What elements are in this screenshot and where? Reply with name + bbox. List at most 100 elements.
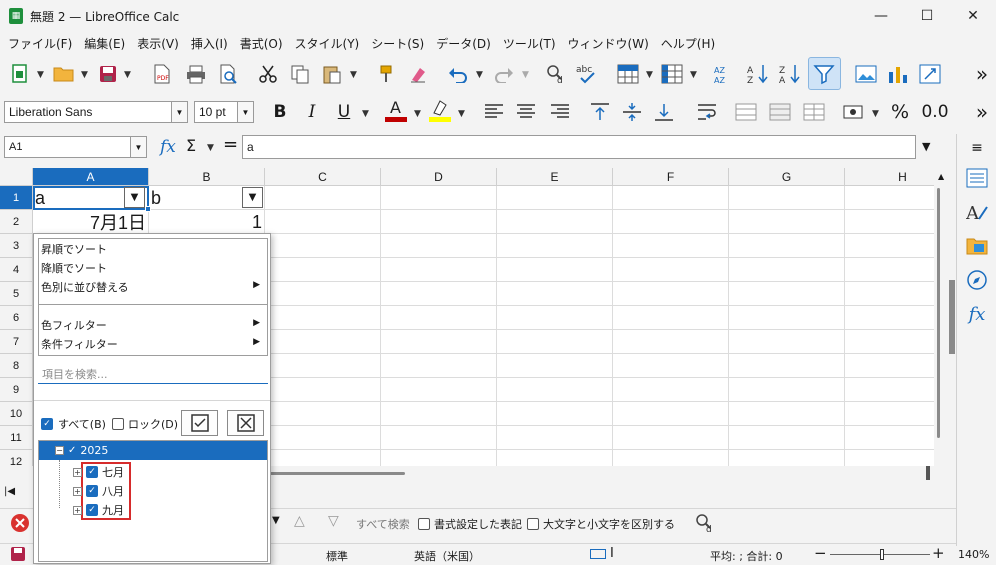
vertical-scrollbar[interactable]: ▲ (934, 168, 950, 466)
column-header-d[interactable]: D (381, 168, 497, 186)
new-spreadsheet-icon[interactable] (8, 62, 32, 86)
find-replace-dialog-icon[interactable]: d (694, 512, 716, 537)
column-header-b[interactable]: B (149, 168, 265, 186)
align-right-icon[interactable] (548, 100, 572, 124)
row-header-6[interactable]: 6 (0, 306, 33, 330)
formula-expand-icon[interactable]: ▼ (922, 140, 930, 153)
pivot-table-icon[interactable] (918, 62, 942, 86)
properties-icon[interactable] (965, 166, 989, 190)
highlight-color-icon[interactable] (428, 98, 452, 122)
collapse-icon[interactable]: − (55, 446, 64, 455)
close-find-icon[interactable] (10, 513, 30, 536)
clear-formatting-icon[interactable] (406, 62, 430, 86)
column-header-f[interactable]: F (613, 168, 729, 186)
row-header-2[interactable]: 2 (0, 210, 33, 234)
undo-icon[interactable] (446, 62, 470, 86)
print-icon[interactable] (184, 62, 208, 86)
clone-formatting-icon[interactable] (374, 62, 398, 86)
page-style-label[interactable]: 標準 (326, 548, 348, 564)
tree-item-2025[interactable]: − ✓ 2025 (55, 444, 108, 457)
undo-dropdown-icon[interactable]: ▼ (476, 70, 483, 80)
tree-checkbox-august[interactable]: ✓ (86, 485, 98, 497)
zoom-slider-thumb[interactable] (880, 549, 884, 560)
redo-icon[interactable] (492, 62, 516, 86)
font-color-icon[interactable]: A (384, 98, 408, 122)
row-header-10[interactable]: 10 (0, 402, 33, 426)
align-bottom-icon[interactable] (652, 100, 676, 124)
tree-item-august[interactable]: + ✓ 八月 (73, 483, 124, 499)
row-header-3[interactable]: 3 (0, 234, 33, 258)
sort-descending-icon[interactable]: ZA (778, 62, 802, 86)
column-header-c[interactable]: C (265, 168, 381, 186)
copy-icon[interactable] (288, 62, 312, 86)
vertical-scroll-thumb[interactable] (937, 188, 940, 438)
menu-data[interactable]: データ(D) (430, 35, 497, 52)
autofilter-icon[interactable] (812, 62, 836, 86)
minimize-button[interactable]: — (858, 0, 904, 32)
underline-dropdown-icon[interactable]: ▼ (362, 109, 369, 119)
color-filter-item[interactable]: 色フィルター (41, 317, 107, 333)
percent-format-button[interactable]: % (888, 100, 912, 124)
column-dropdown-icon[interactable]: ▼ (690, 70, 697, 80)
select-all-checkbox[interactable]: ✓ (41, 416, 53, 430)
tree-item-july[interactable]: + ✓ 七月 (73, 464, 124, 480)
currency-format-icon[interactable] (842, 100, 866, 124)
row-header-7[interactable]: 7 (0, 330, 33, 354)
insert-image-icon[interactable] (854, 62, 878, 86)
menu-window[interactable]: ウィンドウ(W) (562, 35, 655, 52)
find-next-icon[interactable]: ▽ (328, 513, 339, 529)
save-dropdown-icon[interactable]: ▼ (124, 70, 131, 80)
navigator-icon[interactable] (965, 268, 989, 292)
horizontal-split-handle[interactable] (926, 466, 930, 480)
merge-cells-icon[interactable] (768, 100, 792, 124)
row-header-8[interactable]: 8 (0, 354, 33, 378)
gallery-icon[interactable] (965, 234, 989, 258)
align-left-icon[interactable] (482, 100, 506, 124)
expand-icon[interactable]: + (73, 486, 82, 496)
find-replace-icon[interactable]: d (544, 62, 568, 86)
save-icon[interactable] (96, 62, 120, 86)
find-history-dropdown-icon[interactable]: ▼ (272, 515, 280, 526)
function-wizard-icon[interactable]: fx (160, 137, 176, 157)
language-label[interactable]: 英語（米国） (414, 548, 480, 564)
expand-icon[interactable]: + (73, 467, 82, 477)
zoom-level-label[interactable]: 140% (958, 548, 989, 561)
sort-icon[interactable]: AZ AZ (712, 62, 736, 86)
cell-a2[interactable]: 7月1日 (33, 210, 146, 234)
menu-view[interactable]: 表示(V) (131, 35, 185, 52)
menu-tools[interactable]: ツール(T) (497, 35, 562, 52)
zoom-in-button[interactable]: + (932, 544, 945, 562)
row-header-4[interactable]: 4 (0, 258, 33, 282)
document-modified-icon[interactable] (10, 546, 26, 565)
row-header-9[interactable]: 9 (0, 378, 33, 402)
font-name-box[interactable]: Liberation Sans ▼ (4, 101, 188, 123)
export-pdf-icon[interactable]: PDF (150, 62, 174, 86)
maximize-button[interactable]: ☐ (904, 0, 950, 32)
sort-by-color-item[interactable]: 色別に並び替える (41, 279, 129, 295)
column-icon[interactable] (660, 62, 684, 86)
cell-b2[interactable]: 1 (149, 210, 262, 234)
row-header-11[interactable]: 11 (0, 426, 33, 450)
paste-dropdown-icon[interactable]: ▼ (350, 70, 357, 80)
sidebar-menu-icon[interactable]: ≡ (965, 136, 989, 160)
font-size-dropdown-icon[interactable]: ▼ (237, 102, 253, 122)
row-header-1[interactable]: 1 (0, 186, 33, 210)
close-button[interactable]: ✕ (950, 0, 996, 32)
menu-help[interactable]: ヘルプ(H) (655, 35, 721, 52)
sum-dropdown-icon[interactable]: ▼ (207, 143, 214, 153)
open-folder-icon[interactable] (52, 62, 76, 86)
sort-ascending-item[interactable]: 昇順でソート (41, 241, 107, 257)
row-icon[interactable] (616, 62, 640, 86)
formula-input[interactable]: a (242, 135, 916, 159)
menu-edit[interactable]: 編集(E) (78, 35, 131, 52)
font-size-box[interactable]: 10 pt ▼ (194, 101, 254, 123)
font-name-dropdown-icon[interactable]: ▼ (171, 102, 187, 122)
sort-ascending-icon[interactable]: AZ (746, 62, 770, 86)
lock-checkbox[interactable] (112, 416, 124, 430)
cell-b1[interactable]: b (151, 186, 161, 210)
row-dropdown-icon[interactable]: ▼ (646, 70, 653, 80)
find-previous-icon[interactable]: △ (294, 513, 305, 529)
row-header-12[interactable]: 12 (0, 450, 33, 466)
name-box-dropdown-icon[interactable]: ▼ (130, 137, 146, 157)
align-center-icon[interactable] (514, 100, 538, 124)
